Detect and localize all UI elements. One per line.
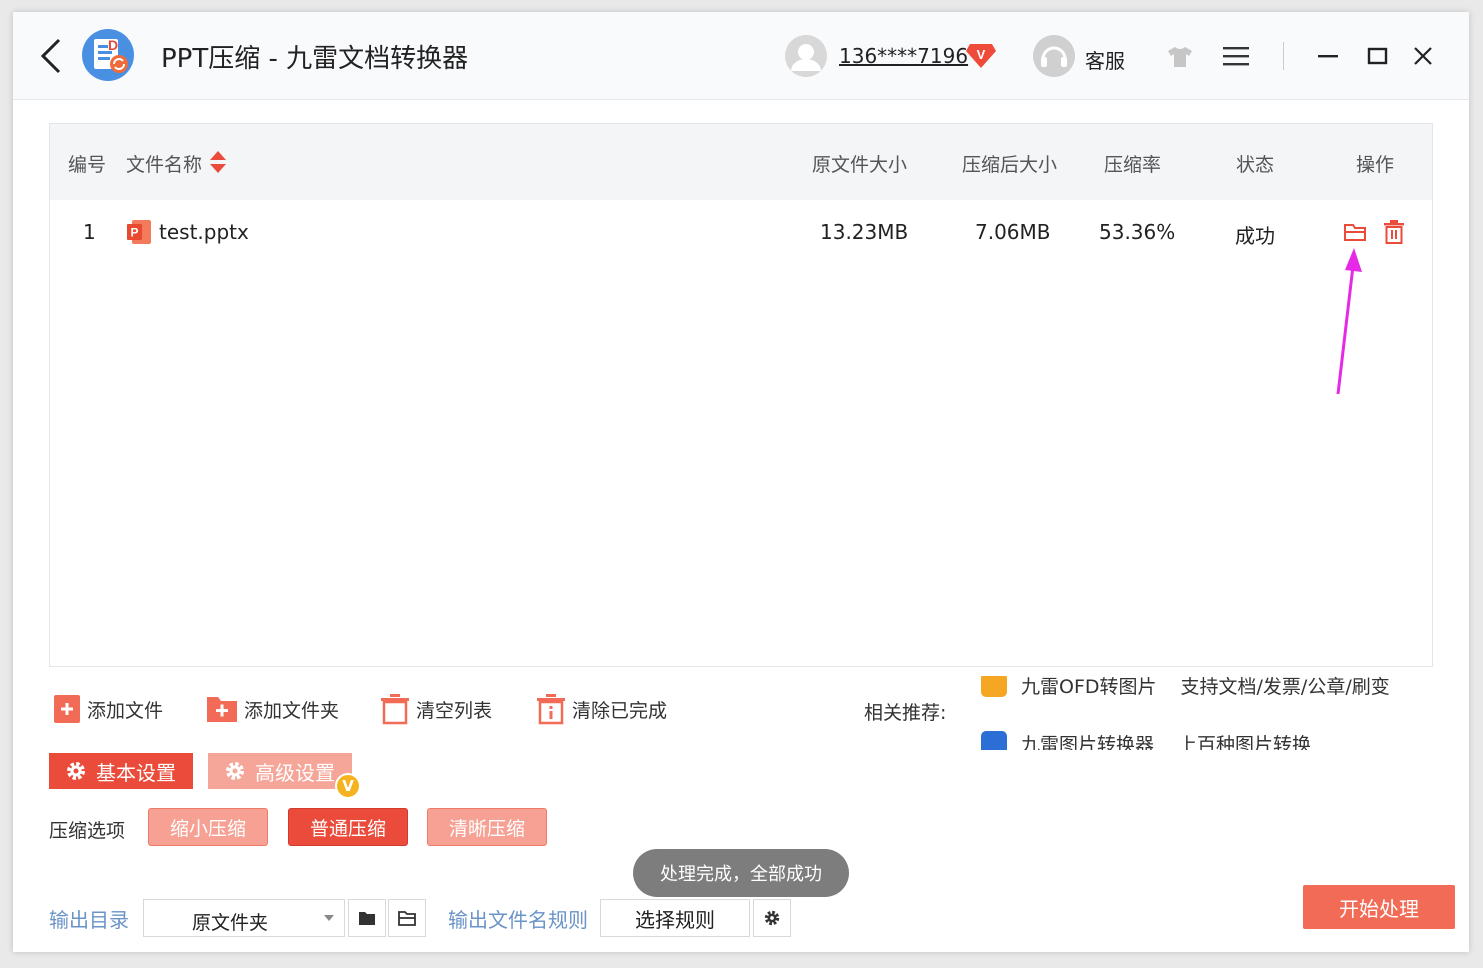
- vip-diamond-icon[interactable]: V: [965, 40, 997, 70]
- folder-icon: [358, 910, 376, 926]
- add-folder-button[interactable]: 添加文件夹: [206, 692, 339, 726]
- header-index: 编号: [68, 150, 106, 177]
- maximize-icon[interactable]: [1366, 44, 1390, 68]
- service-avatar[interactable]: [1033, 35, 1075, 77]
- clear-list-label: 清空列表: [416, 696, 492, 723]
- header-ratio: 压缩率: [1104, 150, 1161, 177]
- recommend-label: 相关推荐:: [864, 698, 946, 725]
- tab-advanced-label: 高级设置: [255, 757, 335, 786]
- add-folder-icon: [206, 694, 238, 724]
- row-ratio: 53.36%: [1099, 220, 1175, 244]
- row-index: 1: [83, 220, 96, 244]
- user-avatar-icon: [785, 35, 827, 77]
- vip-badge-text: V: [977, 47, 986, 62]
- service-label[interactable]: 客服: [1085, 45, 1125, 74]
- header-filename[interactable]: 文件名称: [126, 150, 202, 177]
- recommend-item-desc: 上百种图片转换: [1178, 730, 1311, 751]
- output-dir-value: 原文件夹: [192, 908, 268, 935]
- open-folder-icon[interactable]: [1343, 220, 1369, 244]
- output-dir-select[interactable]: 原文件夹: [143, 899, 345, 937]
- header-status: 状态: [1236, 150, 1274, 177]
- row-filename: test.pptx: [159, 220, 249, 244]
- start-processing-button[interactable]: 开始处理: [1303, 885, 1455, 929]
- pptx-file-icon: P: [126, 219, 152, 245]
- open-folder-icon: [398, 910, 416, 926]
- minimize-icon[interactable]: [1316, 44, 1340, 68]
- rule-settings-button[interactable]: [753, 899, 791, 937]
- headset-icon: [1033, 35, 1075, 77]
- ofd-app-icon: [981, 676, 1007, 697]
- recommend-item[interactable]: 九雷图片转换器 上百种图片转换: [981, 728, 1311, 750]
- status-toast: 处理完成，全部成功: [633, 849, 849, 897]
- clear-list-icon: [380, 693, 410, 725]
- gear-icon: [225, 761, 245, 781]
- tab-advanced-settings[interactable]: 高级设置: [208, 753, 352, 789]
- titlebar-divider: [1283, 42, 1284, 70]
- svg-text:D: D: [108, 37, 118, 53]
- recommend-item[interactable]: 九雷OFD转图片 支持文档/发票/公章/刷变: [981, 676, 1390, 700]
- sort-icon[interactable]: [209, 149, 227, 175]
- table-header: 编号 文件名称 原文件大小 压缩后大小 压缩率 状态 操作: [50, 124, 1432, 200]
- chevron-down-icon: [324, 915, 334, 921]
- tab-basic-settings[interactable]: 基本设置: [49, 753, 193, 789]
- recommend-item-name: 九雷图片转换器: [1021, 730, 1154, 751]
- clear-done-button[interactable]: 清除已完成: [536, 692, 667, 726]
- select-rule-button[interactable]: 选择规则: [600, 899, 750, 937]
- user-avatar[interactable]: [785, 35, 827, 77]
- recommend-item-desc: 支持文档/发票/公章/刷变: [1181, 676, 1390, 699]
- browse-folder-button[interactable]: [348, 899, 386, 937]
- annotation-arrow-icon: [1323, 248, 1363, 398]
- open-output-folder-button[interactable]: [388, 899, 426, 937]
- output-rule-label: 输出文件名规则: [448, 904, 588, 933]
- output-dir-label: 输出目录: [49, 904, 129, 933]
- row-status: 成功: [1235, 220, 1275, 249]
- file-table: 编号 文件名称 原文件大小 压缩后大小 压缩率 状态 操作 1 P test.p…: [49, 123, 1433, 667]
- clear-list-button[interactable]: 清空列表: [380, 692, 492, 726]
- option-normal-compress[interactable]: 普通压缩: [288, 808, 408, 846]
- back-arrow-icon[interactable]: [35, 36, 69, 76]
- image-converter-app-icon: [981, 731, 1007, 750]
- add-folder-label: 添加文件夹: [244, 696, 339, 723]
- table-row[interactable]: 1 P test.pptx 13.23MB 7.06MB 53.36% 成功: [50, 200, 1432, 264]
- svg-text:P: P: [130, 226, 138, 240]
- close-icon[interactable]: [1411, 44, 1435, 68]
- add-file-button[interactable]: 添加文件: [53, 692, 163, 726]
- compress-options-label: 压缩选项: [49, 816, 125, 843]
- vip-badge: V: [335, 773, 361, 799]
- hamburger-menu-icon[interactable]: [1223, 46, 1249, 66]
- delete-trash-icon[interactable]: [1383, 219, 1405, 245]
- option-shrink-compress[interactable]: 缩小压缩: [148, 808, 268, 846]
- row-compressed-size: 7.06MB: [975, 220, 1051, 244]
- clear-done-label: 清除已完成: [572, 696, 667, 723]
- gear-icon: [66, 761, 86, 781]
- option-clear-compress[interactable]: 清晰压缩: [427, 808, 547, 846]
- tshirt-skin-icon[interactable]: [1166, 45, 1194, 69]
- title-bar: D PPT压缩 - 九雷文档转换器 136****7196 V: [13, 12, 1469, 100]
- user-phone[interactable]: 136****7196: [839, 44, 968, 68]
- app-window: D PPT压缩 - 九雷文档转换器 136****7196 V: [13, 12, 1469, 952]
- add-file-icon: [53, 694, 81, 724]
- header-compressed-size: 压缩后大小: [962, 150, 1057, 177]
- clear-done-icon: [536, 693, 566, 725]
- add-file-label: 添加文件: [87, 696, 163, 723]
- app-title: PPT压缩 - 九雷文档转换器: [161, 38, 468, 75]
- row-original-size: 13.23MB: [820, 220, 908, 244]
- header-original-size: 原文件大小: [812, 150, 907, 177]
- header-actions: 操作: [1356, 150, 1394, 177]
- gear-icon: [764, 910, 780, 926]
- app-logo-icon: D: [81, 28, 135, 82]
- recommend-item-name: 九雷OFD转图片: [1021, 676, 1157, 699]
- tab-basic-label: 基本设置: [96, 757, 176, 786]
- recommend-ticker: 九雷OFD转图片 支持文档/发票/公章/刷变 九雷图片转换器 上百种图片转换: [981, 676, 1431, 750]
